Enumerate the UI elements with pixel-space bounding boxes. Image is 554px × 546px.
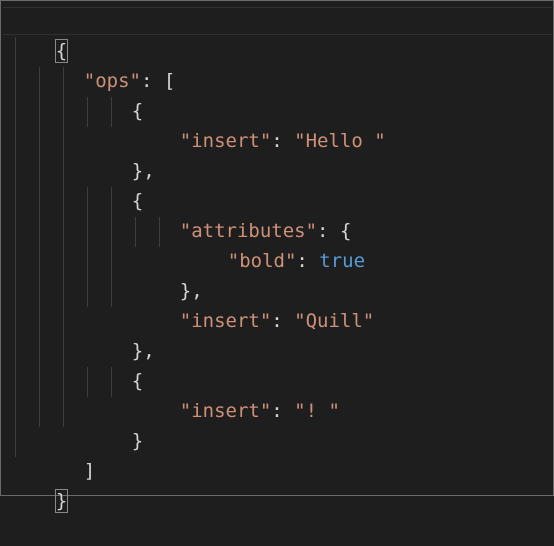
code-line-11[interactable]: }, <box>86 306 155 362</box>
json-key: "bold" <box>227 250 297 272</box>
colon: : <box>271 130 295 152</box>
json-key: "insert" <box>179 310 272 332</box>
json-string-value: "Quill" <box>294 310 375 332</box>
code-line-10[interactable]: "insert": "Quill" <box>134 276 374 332</box>
code-line-12[interactable]: { <box>86 336 143 392</box>
indent-guide <box>15 37 16 457</box>
code-line-5[interactable]: }, <box>86 126 155 182</box>
colon: : <box>271 310 295 332</box>
json-string-value: "Hello " <box>294 130 386 152</box>
close-brace: } <box>131 430 144 452</box>
code-line-1[interactable]: { <box>10 6 69 63</box>
colon: : <box>271 400 295 422</box>
colon: : <box>140 70 164 92</box>
close-brace: } <box>54 489 69 513</box>
close-bracket: ] <box>83 460 96 482</box>
open-bracket: [ <box>163 70 176 92</box>
code-line-6[interactable]: { <box>86 156 143 212</box>
code-editor[interactable]: { "ops": [ { "insert": "Hello " }, { "at… <box>0 0 554 513</box>
json-key: "insert" <box>179 130 272 152</box>
code-line-16[interactable]: } <box>10 456 69 513</box>
code-line-3[interactable]: { <box>86 66 143 122</box>
code-line-7[interactable]: "attributes": { <box>134 186 352 242</box>
code-line-4[interactable]: "insert": "Hello " <box>134 96 386 152</box>
code-line-9[interactable]: }, <box>134 246 203 302</box>
code-line-15[interactable]: ] <box>38 426 95 482</box>
indent-guide <box>63 67 64 427</box>
code-line-8[interactable]: "bold": true <box>182 216 365 272</box>
json-key: "insert" <box>179 400 272 422</box>
code-line-14[interactable]: } <box>86 396 143 452</box>
current-line-highlight <box>3 7 552 35</box>
colon: : <box>296 250 320 272</box>
code-line-2[interactable]: "ops": [ <box>38 36 176 92</box>
json-string-value: "! " <box>294 400 340 422</box>
code-line-13[interactable]: "insert": "! " <box>134 366 340 422</box>
json-boolean-value: true <box>319 250 366 272</box>
